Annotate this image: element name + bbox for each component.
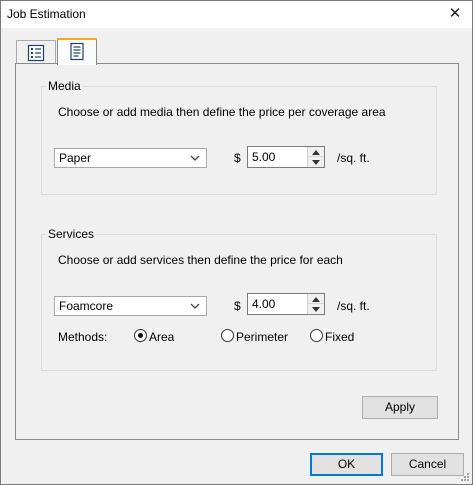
service-select-value: Foamcore <box>59 299 114 313</box>
checklist-icon <box>27 44 45 62</box>
services-group-label: Services <box>46 227 97 241</box>
media-select-value: Paper <box>59 151 92 165</box>
media-group-label: Media <box>46 79 83 93</box>
tab-document-list[interactable] <box>57 38 97 65</box>
media-price-increment-button[interactable] <box>308 147 324 157</box>
triangle-down-icon <box>312 307 320 312</box>
media-unit-label: /sq. ft. <box>337 151 370 165</box>
media-groupbox <box>41 86 437 195</box>
job-estimation-dialog: Job Estimation ✕ Media Choose or add med… <box>0 0 473 485</box>
close-button[interactable]: ✕ <box>443 4 467 24</box>
close-icon: ✕ <box>448 5 462 22</box>
media-instructions: Choose or add media then define the pric… <box>58 105 386 119</box>
tab-checklist[interactable] <box>16 40 56 63</box>
method-perimeter-radio[interactable] <box>221 329 234 342</box>
triangle-up-icon <box>312 297 320 302</box>
ok-button[interactable]: OK <box>310 453 383 476</box>
service-price-increment-button[interactable] <box>308 294 324 304</box>
media-currency-symbol: $ <box>234 151 241 165</box>
method-fixed-label[interactable]: Fixed <box>325 330 354 344</box>
title-bar: Job Estimation ✕ <box>1 1 472 28</box>
service-currency-symbol: $ <box>234 299 241 313</box>
triangle-up-icon <box>312 150 320 155</box>
services-instructions: Choose or add services then define the p… <box>58 253 343 267</box>
media-price-decrement-button[interactable] <box>308 157 324 167</box>
service-price-stepper[interactable]: 4.00 <box>247 293 325 315</box>
cancel-button[interactable]: Cancel <box>391 453 464 476</box>
service-price-decrement-button[interactable] <box>308 304 324 314</box>
method-perimeter-label[interactable]: Perimeter <box>236 330 288 344</box>
chevron-down-icon <box>190 155 200 161</box>
service-select[interactable]: Foamcore <box>54 296 207 316</box>
method-area-label[interactable]: Area <box>149 330 174 344</box>
method-area-radio[interactable] <box>134 329 147 342</box>
media-select[interactable]: Paper <box>54 148 207 168</box>
window-title: Job Estimation <box>7 7 86 21</box>
document-list-icon <box>70 42 84 61</box>
apply-button[interactable]: Apply <box>362 396 438 419</box>
service-unit-label: /sq. ft. <box>337 299 370 313</box>
service-price-value: 4.00 <box>252 297 276 311</box>
methods-label: Methods: <box>58 330 108 344</box>
media-price-stepper[interactable]: 5.00 <box>247 146 325 168</box>
chevron-down-icon <box>190 303 200 309</box>
service-price-spin-buttons <box>307 294 324 314</box>
media-price-value: 5.00 <box>252 150 276 164</box>
resize-grip-icon[interactable] <box>459 471 470 482</box>
method-fixed-radio[interactable] <box>310 329 323 342</box>
triangle-down-icon <box>312 160 320 165</box>
media-price-spin-buttons <box>307 147 324 167</box>
